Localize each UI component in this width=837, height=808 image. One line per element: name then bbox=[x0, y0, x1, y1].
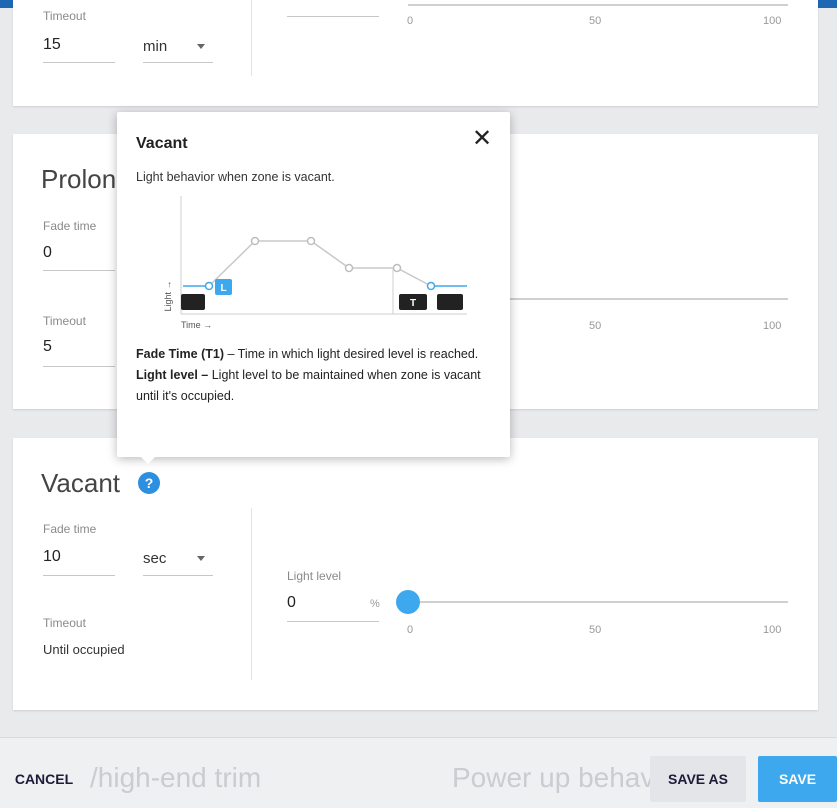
light-level-term: Light level – bbox=[136, 368, 209, 382]
slider-tick: 0 bbox=[407, 624, 414, 636]
occupied-block-left bbox=[181, 294, 205, 310]
section-title: Vacant bbox=[41, 468, 121, 498]
y-axis-label: Light → bbox=[163, 280, 173, 311]
marker-t-label: T bbox=[410, 298, 416, 309]
action-footer: /high-end trim Power up behav CANCEL SAV… bbox=[0, 737, 837, 808]
vacant-help-popover: Vacant ✕ Light behavior when zone is vac… bbox=[117, 112, 510, 457]
timeout-label: Timeout bbox=[43, 314, 86, 328]
light-curve bbox=[208, 240, 432, 287]
fade-time-label: Fade time bbox=[43, 522, 97, 536]
occupied-card: Timeout 15 min 0 50 100 bbox=[13, 0, 818, 106]
timeout-label: Timeout bbox=[43, 9, 86, 23]
timeout-value[interactable]: 15 bbox=[43, 36, 61, 54]
background-section-title: Power up behav bbox=[452, 762, 655, 793]
fade-underline bbox=[43, 575, 115, 576]
popover-description: Light behavior when zone is vacant. bbox=[136, 170, 335, 184]
slider-tick: 100 bbox=[763, 15, 782, 27]
field-underline bbox=[287, 16, 379, 17]
chevron-down-icon[interactable] bbox=[197, 556, 205, 561]
save-button[interactable]: SAVE bbox=[758, 756, 837, 802]
timeout-value[interactable]: 5 bbox=[43, 338, 52, 356]
section-title: Prolon bbox=[41, 164, 117, 194]
vacant-behavior-diagram: L T Light → Time → bbox=[163, 196, 467, 330]
slider-track[interactable] bbox=[508, 298, 788, 300]
chevron-down-icon[interactable] bbox=[197, 44, 205, 49]
popover-explanation: Fade Time (T1) – Time in which light des… bbox=[136, 344, 496, 407]
curve-point bbox=[392, 263, 402, 273]
timeout-label: Timeout bbox=[43, 616, 86, 630]
cancel-button[interactable]: CANCEL bbox=[0, 756, 88, 802]
save-as-button[interactable]: SAVE AS bbox=[650, 756, 746, 802]
fade-time-label: Fade time bbox=[43, 219, 97, 233]
background-section-title: /high-end trim bbox=[90, 762, 262, 793]
x-axis-label: Time → bbox=[181, 320, 212, 330]
vacant-card: Vacant ? Fade time 10 sec Timeout Until … bbox=[13, 438, 818, 710]
slider-thumb[interactable] bbox=[396, 590, 420, 614]
slider-tick: 50 bbox=[589, 15, 602, 27]
light-level-label: Light level bbox=[287, 569, 342, 583]
slider-tick: 0 bbox=[407, 15, 414, 27]
slider-tick: 50 bbox=[589, 320, 602, 332]
fade-time-term: Fade Time (T1) bbox=[136, 347, 224, 361]
light-level-value[interactable]: 0 bbox=[287, 594, 296, 612]
close-icon[interactable]: ✕ bbox=[469, 126, 495, 152]
timeout-value: Until occupied bbox=[43, 642, 125, 657]
help-icon[interactable]: ? bbox=[138, 472, 160, 494]
curve-point bbox=[344, 263, 354, 273]
timeout-unit-select[interactable]: min bbox=[143, 38, 167, 55]
light-level-slider[interactable] bbox=[408, 601, 788, 603]
unit-underline bbox=[143, 62, 213, 63]
timeout-underline bbox=[43, 62, 115, 63]
curve-point bbox=[250, 236, 260, 246]
slider-track[interactable] bbox=[408, 4, 788, 6]
slider-tick: 100 bbox=[763, 320, 782, 332]
fade-time-text: – Time in which light desired level is r… bbox=[223, 347, 479, 361]
curve-point bbox=[426, 281, 436, 291]
divider bbox=[251, 0, 252, 76]
percent-unit: % bbox=[370, 598, 380, 610]
divider bbox=[251, 508, 252, 680]
occupied-block-right bbox=[437, 294, 463, 310]
slider-tick: 100 bbox=[763, 624, 782, 636]
fade-time-value[interactable]: 0 bbox=[43, 244, 52, 262]
fade-unit-select[interactable]: sec bbox=[143, 550, 166, 567]
curve-point bbox=[204, 281, 214, 291]
unit-underline bbox=[143, 575, 213, 576]
curve-point bbox=[306, 236, 316, 246]
marker-l-label: L bbox=[220, 283, 226, 294]
popover-title: Vacant bbox=[136, 135, 188, 152]
popover-arrow bbox=[140, 456, 156, 464]
timeout-underline bbox=[43, 366, 115, 367]
fade-time-value[interactable]: 10 bbox=[43, 548, 61, 566]
fade-underline bbox=[43, 270, 115, 271]
light-underline bbox=[287, 621, 379, 622]
slider-tick: 50 bbox=[589, 624, 602, 636]
